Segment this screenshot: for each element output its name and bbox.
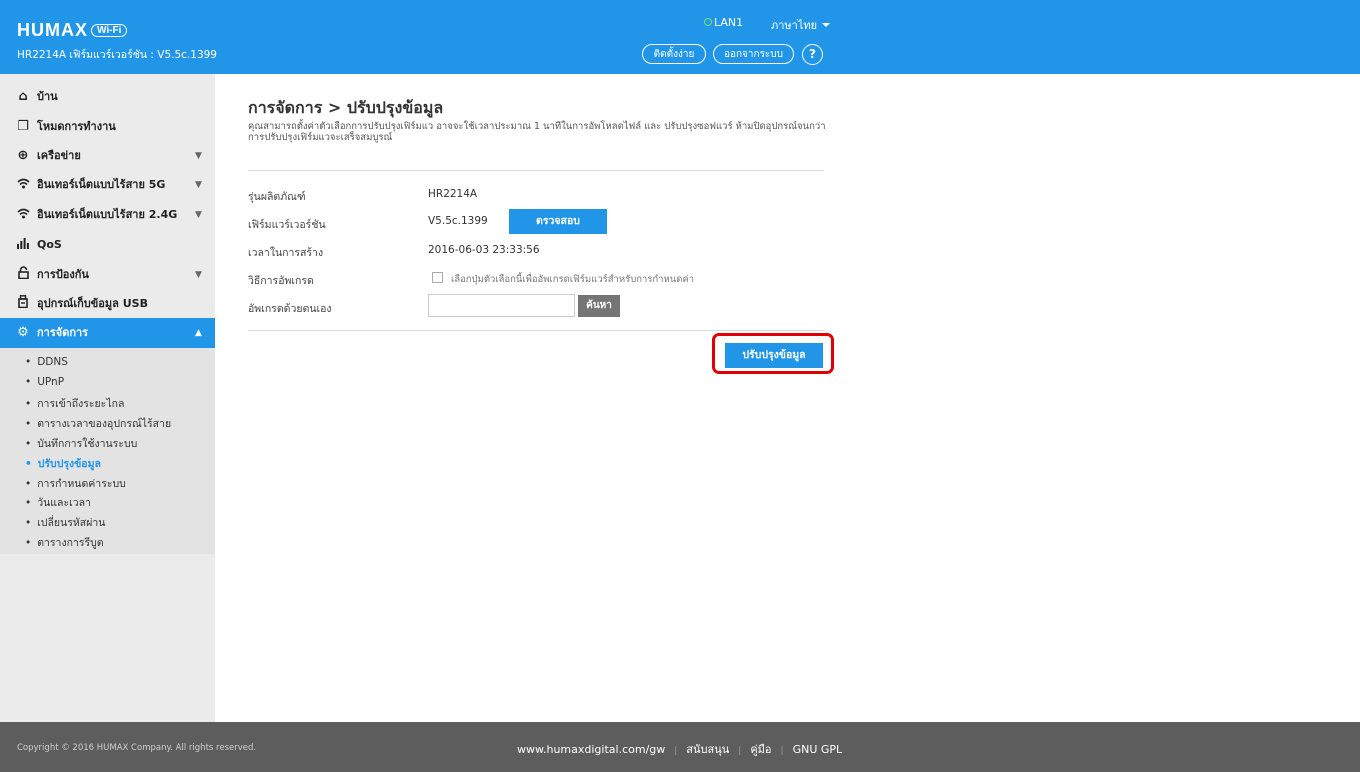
model-label: รุ่นผลิตภัณฑ์ — [248, 191, 306, 203]
footer-separator: | — [674, 746, 678, 756]
chevron-down-icon: ▼ — [195, 270, 202, 280]
sidebar-item-qos[interactable]: QoS — [0, 230, 215, 260]
wifi-badge: Wi-Fi — [91, 24, 128, 37]
chevron-down-icon: ▼ — [195, 180, 202, 190]
chevron-down-icon: ▼ — [195, 210, 202, 220]
firmware-file-input[interactable] — [428, 294, 575, 317]
submenu-item-ddns[interactable]: • DDNS — [25, 356, 68, 368]
divider — [248, 170, 824, 171]
sidebar-item-label: บ้าน — [37, 90, 58, 103]
submenu-item-firmware-update[interactable]: • ปรับปรุงข้อมูล — [25, 455, 101, 472]
sidebar-item-label: การป้องกัน — [37, 268, 89, 281]
language-select[interactable]: ภาษาไทย — [771, 16, 831, 34]
sidebar-item-security[interactable]: การป้องกัน ▼ — [0, 260, 215, 290]
update-button[interactable]: ปรับปรุงข้อมูล — [725, 343, 823, 368]
sidebar-item-wireless-24g[interactable]: อินเทอร์เน็ตแบบไร้สาย 2.4G ▼ — [0, 200, 215, 230]
submenu-item-change-password[interactable]: • เปลี่ยนรหัสผ่าน — [25, 514, 105, 531]
help-icon[interactable]: ? — [802, 44, 823, 65]
model-version: HR2214A เฟิร์มแวร์เวอร์ชัน : V5.5c.1399 — [17, 49, 217, 61]
manual-link[interactable]: คู่มือ — [750, 743, 771, 756]
submenu-item-date-time[interactable]: • วันและเวลา — [25, 494, 91, 511]
wifi-icon — [15, 200, 31, 230]
submenu-item-upnp[interactable]: • UPnP — [25, 376, 64, 388]
lan-status-icon — [704, 18, 712, 26]
model-value: HR2214A — [428, 188, 478, 200]
sidebar-item-usb-storage[interactable]: อุปกรณ์เก็บข้อมูล USB — [0, 289, 215, 319]
upgrade-method-label: วิธีการอัพเกรด — [248, 275, 314, 287]
footer-separator: | — [738, 746, 742, 756]
submenu-item-system-log[interactable]: • บันทึกการใช้งานระบบ — [25, 435, 137, 452]
sidebar-item-label: การจัดการ — [37, 326, 89, 339]
firmware-version-value: V5.5c.1399 — [428, 215, 488, 227]
upgrade-config-checkbox-label: เลือกปุ่มตัวเลือกนี้เพื่ออัพเกรดเฟิร์มแว… — [451, 274, 695, 285]
sidebar-item-management[interactable]: ⚙ การจัดการ ▲ — [0, 318, 215, 348]
submenu-item-reboot-schedule[interactable]: • ตารางการรีบูต — [25, 534, 104, 551]
sidebar-item-operation-mode[interactable]: ❐ โหมดการทำงาน — [0, 112, 215, 142]
gear-icon: ⚙ — [17, 325, 29, 340]
lock-icon — [15, 260, 31, 290]
sidebar: ⌂ บ้าน ❐ โหมดการทำงาน ⊕ เครือข่าย ▼ อินเ… — [0, 74, 215, 722]
usb-icon — [15, 289, 31, 319]
wifi-icon — [15, 170, 31, 200]
page-description: คุณสามารถตั้งค่าตัวเลือกการปรับปรุงเฟิร์… — [248, 121, 826, 143]
sidebar-item-label: อินเทอร์เน็ตแบบไร้สาย 2.4G — [37, 208, 178, 221]
globe-icon: ⊕ — [17, 148, 29, 163]
gpl-link[interactable]: GNU GPL — [793, 743, 843, 756]
lan-status: LAN1 — [704, 16, 743, 29]
mode-icon: ❐ — [17, 119, 29, 134]
sidebar-item-label: อินเทอร์เน็ตแบบไร้สาย 5G — [37, 178, 166, 191]
submenu-item-remote-access[interactable]: • การเข้าถึงระยะไกล — [25, 395, 124, 412]
support-link[interactable]: สนับสนุน — [686, 743, 729, 756]
sidebar-item-home[interactable]: ⌂ บ้าน — [0, 82, 215, 112]
lan-status-label: LAN1 — [714, 16, 744, 29]
browse-button[interactable]: ค้นหา — [578, 295, 620, 317]
sidebar-item-label: อุปกรณ์เก็บข้อมูล USB — [37, 297, 148, 310]
sidebar-item-label: เครือข่าย — [37, 149, 81, 162]
sidebar-item-label: QoS — [37, 238, 62, 251]
build-time-label: เวลาในการสร้าง — [248, 247, 324, 259]
management-submenu: • DDNS • UPnP • การเข้าถึงระยะไกล • ตารางเวล… — [0, 348, 215, 554]
website-link[interactable]: www.humaxdigital.com/gw — [517, 743, 665, 756]
check-button[interactable]: ตรวจสอบ — [509, 209, 607, 234]
humax-logo: HUMAX Wi-Fi — [17, 20, 128, 41]
chevron-up-icon: ▲ — [195, 328, 202, 338]
language-label: ภาษาไทย — [771, 19, 818, 32]
top-header: HUMAX Wi-Fi HR2214A เฟิร์มแวร์เวอร์ชัน : … — [0, 0, 1360, 74]
logo-text: HUMAX — [17, 20, 88, 40]
footer-separator: | — [780, 746, 784, 756]
build-time-value: 2016-06-03 23:33:56 — [428, 244, 540, 256]
footer: Copyright © 2016 HUMAX Company. All righ… — [0, 722, 1360, 772]
page-title: การจัดการ > ปรับปรุงข้อมูล — [248, 98, 444, 117]
footer-links: www.humaxdigital.com/gw | สนับสนุน | คู่มือ |… — [517, 740, 842, 758]
submenu-item-wireless-schedule[interactable]: • ตารางเวลาของอุปกรณ์ไร้สาย — [25, 415, 171, 432]
sidebar-item-label: โหมดการทำงาน — [37, 120, 116, 133]
sidebar-item-network[interactable]: ⊕ เครือข่าย ▼ — [0, 141, 215, 171]
chevron-down-icon: ▼ — [195, 151, 202, 161]
copyright-text: Copyright © 2016 HUMAX Company. All righ… — [17, 743, 257, 753]
chevron-down-icon — [822, 23, 831, 27]
firmware-version-label: เฟิร์มแวร์เวอร์ชัน — [248, 219, 326, 231]
divider — [248, 330, 824, 331]
easy-setup-button[interactable]: ติดตั้งง่าย — [642, 44, 706, 64]
logout-button[interactable]: ออกจากระบบ — [713, 44, 794, 64]
upgrade-config-checkbox[interactable] — [432, 272, 443, 283]
home-icon: ⌂ — [18, 89, 28, 104]
manual-upgrade-label: อัพเกรดด้วยตนเอง — [248, 303, 332, 315]
sidebar-item-wireless-5g[interactable]: อินเทอร์เน็ตแบบไร้สาย 5G ▼ — [0, 170, 215, 200]
bars-icon — [15, 230, 31, 260]
submenu-item-system-config[interactable]: • การกำหนดค่าระบบ — [25, 475, 126, 492]
